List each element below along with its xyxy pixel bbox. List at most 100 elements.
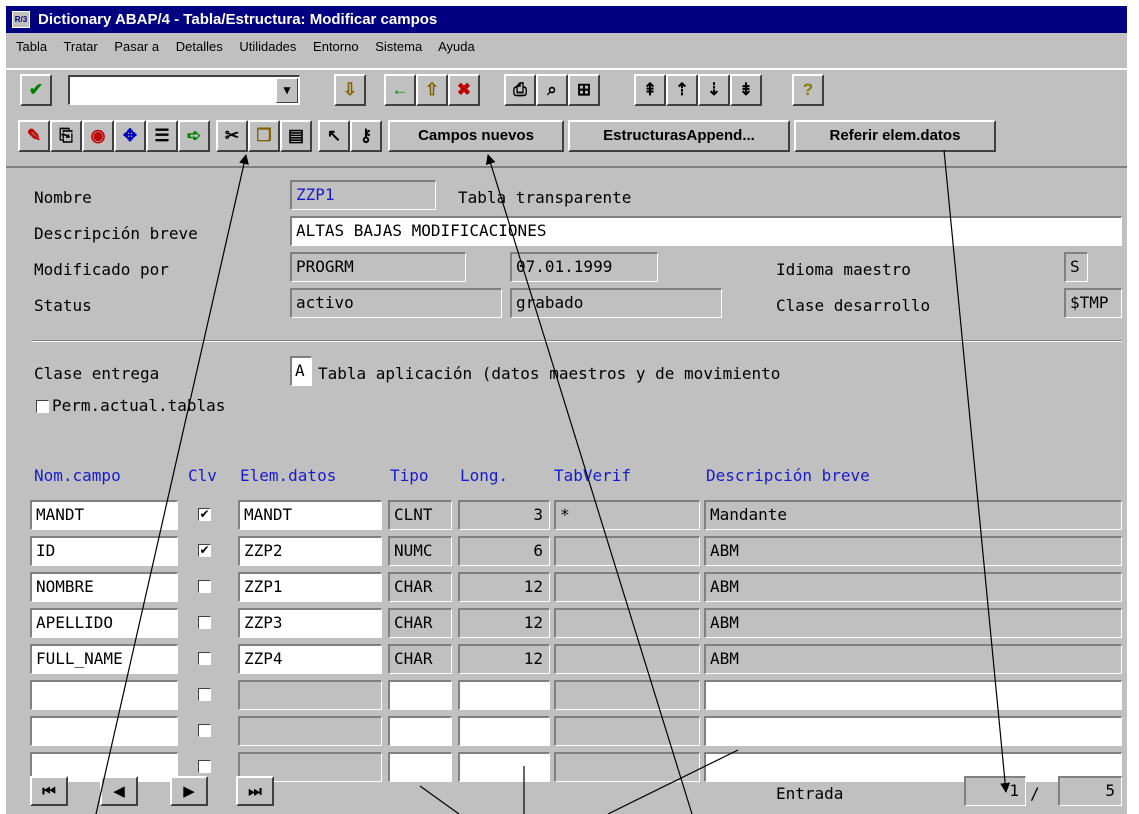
row-clave-checkbox[interactable] [198, 760, 211, 773]
menu-detalles[interactable]: Detalles [176, 39, 223, 54]
find-icon[interactable]: ⌕ [536, 74, 568, 106]
row-tipo-field[interactable] [388, 752, 452, 782]
col-elem-datos[interactable]: Elem.datos [240, 466, 336, 485]
row-tipo-field: NUMC [388, 536, 452, 566]
clase-entrega-field[interactable]: A [290, 356, 312, 386]
cancel-icon[interactable]: ✖ [448, 74, 480, 106]
row-long-field[interactable] [458, 752, 550, 782]
descripcion-field[interactable]: ALTAS BAJAS MODIFICACIONES [290, 216, 1122, 246]
row-campo-field[interactable] [30, 680, 178, 710]
row-tipo-field: CHAR [388, 608, 452, 638]
first-entry-button[interactable]: ⏮ [30, 776, 68, 806]
next-page-icon[interactable]: ⇣ [698, 74, 730, 106]
clase-desarrollo-label: Clase desarrollo [776, 296, 931, 315]
row-elem-datos-field[interactable]: ZZP3 [238, 608, 382, 638]
find-next-icon[interactable]: ⊞ [568, 74, 600, 106]
copy-icon[interactable]: ❐ [248, 120, 280, 152]
save-icon[interactable]: ⇩ [334, 74, 366, 106]
check-icon[interactable]: ✔ [20, 74, 52, 106]
select-icon[interactable]: ↖ [318, 120, 350, 152]
row-tabverif-field [554, 680, 700, 710]
menu-tabla[interactable]: Tabla [16, 39, 47, 54]
col-clv[interactable]: Clv [188, 466, 217, 485]
row-campo-field[interactable]: MANDT [30, 500, 178, 530]
activate-icon[interactable]: ◉ [82, 120, 114, 152]
col-nom-campo[interactable]: Nom.campo [34, 466, 121, 485]
previous-page-icon[interactable]: ⇡ [666, 74, 698, 106]
next-entry-button[interactable]: ▶ [170, 776, 208, 806]
row-clave-checkbox[interactable] [198, 724, 211, 737]
last-entry-button[interactable]: ⏭ [236, 776, 274, 806]
row-campo-field[interactable]: APELLIDO [30, 608, 178, 638]
print-icon[interactable]: ⎙ [504, 74, 536, 106]
first-page-icon[interactable]: ⇞ [634, 74, 666, 106]
other-object-icon[interactable]: ⎘ [50, 120, 82, 152]
help-icon[interactable]: ? [792, 74, 824, 106]
row-descripcion-field[interactable] [704, 680, 1122, 710]
menu-pasar-a[interactable]: Pasar a [114, 39, 159, 54]
row-tabverif-field [554, 752, 700, 782]
row-clave-checkbox[interactable] [198, 580, 211, 593]
standard-toolbar: ✔ ▼ ⇩ ← ⇧ ✖ ⎙ ⌕ ⊞ ⇞ ⇡ ⇣ ⇟ ? [6, 68, 1127, 108]
row-descripcion-field: Mandante [704, 500, 1122, 530]
modificado-label: Modificado por [34, 260, 169, 279]
row-descripcion-field[interactable] [704, 716, 1122, 746]
row-clave-checkbox[interactable] [198, 652, 211, 665]
row-elem-datos-field[interactable] [238, 716, 382, 746]
perm-actual-label: Perm.actual.tablas [52, 396, 226, 415]
col-long[interactable]: Long. [460, 466, 508, 485]
foreign-key-icon[interactable]: ⚷ [350, 120, 382, 152]
col-tipo[interactable]: Tipo [390, 466, 429, 485]
row-clave-checkbox[interactable] [198, 688, 211, 701]
referir-elem-datos-button[interactable]: Referir elem.datos [794, 120, 996, 152]
row-campo-field[interactable]: FULL_NAME [30, 644, 178, 674]
entrada-separator: / [1030, 784, 1040, 803]
technical-settings-icon[interactable]: ☰ [146, 120, 178, 152]
entrada-current-field[interactable]: 1 [964, 776, 1026, 806]
last-page-icon[interactable]: ⇟ [730, 74, 762, 106]
previous-entry-button[interactable]: ◀ [100, 776, 138, 806]
menu-tratar[interactable]: Tratar [63, 39, 97, 54]
where-used-icon[interactable]: ✥ [114, 120, 146, 152]
row-tipo-field: CLNT [388, 500, 452, 530]
row-tipo-field[interactable] [388, 680, 452, 710]
menu-ayuda[interactable]: Ayuda [438, 39, 475, 54]
row-elem-datos-field[interactable]: MANDT [238, 500, 382, 530]
row-long-field[interactable] [458, 680, 550, 710]
menu-entorno[interactable]: Entorno [313, 39, 359, 54]
campos-nuevos-button[interactable]: Campos nuevos [388, 120, 564, 152]
title-bar: R/3 Dictionary ABAP/4 - Tabla/Estructura… [6, 6, 1127, 33]
insert-row-icon[interactable]: ➪ [178, 120, 210, 152]
row-elem-datos-field[interactable]: ZZP1 [238, 572, 382, 602]
display-change-icon[interactable]: ✎ [18, 120, 50, 152]
exit-icon[interactable]: ⇧ [416, 74, 448, 106]
row-long-field: 12 [458, 572, 550, 602]
command-dropdown-icon[interactable]: ▼ [276, 78, 298, 103]
row-tabverif-field [554, 536, 700, 566]
row-elem-datos-field[interactable] [238, 680, 382, 710]
menu-sistema[interactable]: Sistema [375, 39, 422, 54]
menu-utilidades[interactable]: Utilidades [239, 39, 296, 54]
col-descripcion[interactable]: Descripción breve [706, 466, 870, 485]
command-field[interactable]: ▼ [68, 75, 300, 105]
row-campo-field[interactable]: ID [30, 536, 178, 566]
descripcion-label: Descripción breve [34, 224, 198, 243]
row-elem-datos-field[interactable]: ZZP4 [238, 644, 382, 674]
row-campo-field[interactable]: NOMBRE [30, 572, 178, 602]
row-clave-checkbox[interactable]: ✔ [198, 544, 211, 557]
cut-icon[interactable]: ✂ [216, 120, 248, 152]
perm-actual-checkbox[interactable] [36, 400, 49, 413]
row-clave-checkbox[interactable] [198, 616, 211, 629]
col-tabverif[interactable]: TabVerif [554, 466, 631, 485]
row-campo-field[interactable] [30, 716, 178, 746]
row-long-field[interactable] [458, 716, 550, 746]
row-elem-datos-field[interactable]: ZZP2 [238, 536, 382, 566]
row-long-field: 3 [458, 500, 550, 530]
estructuras-append-button[interactable]: EstructurasAppend... [568, 120, 790, 152]
back-icon[interactable]: ← [384, 74, 416, 106]
sap-system-icon[interactable]: R/3 [12, 11, 30, 28]
row-clave-checkbox[interactable]: ✔ [198, 508, 211, 521]
paste-icon[interactable]: ▤ [280, 120, 312, 152]
row-long-field: 12 [458, 608, 550, 638]
row-tipo-field[interactable] [388, 716, 452, 746]
